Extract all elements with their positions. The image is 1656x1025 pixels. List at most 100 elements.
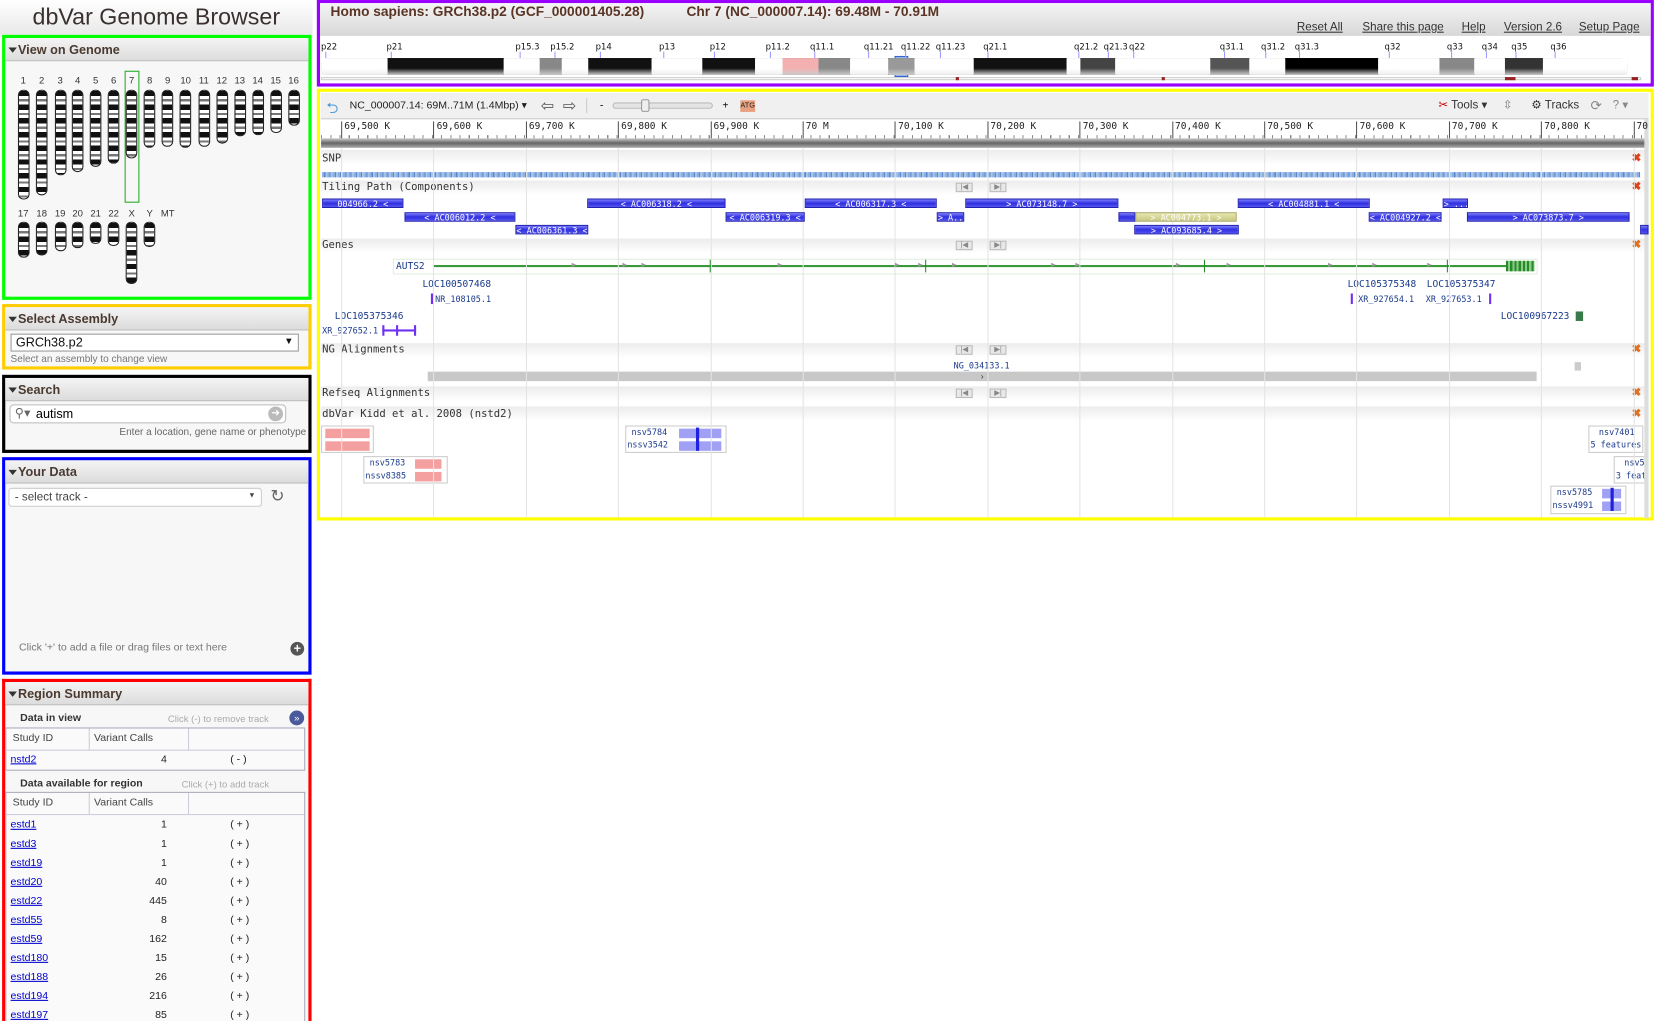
band-label[interactable]: q11.22 <box>901 42 931 52</box>
panel-header[interactable]: Your Data <box>5 460 309 484</box>
band-label[interactable]: p21 <box>387 42 403 52</box>
band-label[interactable]: p11.2 <box>766 42 790 52</box>
tiling-component[interactable]: > ... <box>1442 198 1468 208</box>
chromosome-22[interactable] <box>107 221 120 247</box>
tiling-component[interactable]: < AC006319.3 < <box>725 212 805 222</box>
track-label-genes[interactable]: Genes <box>322 240 354 252</box>
cytoband[interactable] <box>321 58 388 75</box>
study-link[interactable]: estd59 <box>11 933 43 945</box>
band-label[interactable]: q21.1 <box>983 42 1007 52</box>
chromosome-1[interactable] <box>17 89 30 200</box>
gene-label[interactable]: LOC100967223 <box>1501 311 1570 322</box>
chromosome-number[interactable]: MT <box>159 208 176 219</box>
cytoband[interactable] <box>1285 58 1379 75</box>
variant-group[interactable]: nsv5785 nssv4991 <box>1550 485 1627 515</box>
cytoband[interactable] <box>588 58 652 75</box>
chromosome-number[interactable]: 4 <box>69 75 86 86</box>
tiling-component[interactable]: > AC073148.7 > <box>965 198 1119 208</box>
cytoband[interactable] <box>1066 58 1081 75</box>
tiling-component[interactable]: < AC006318.2 < <box>587 198 726 208</box>
next-feature-button[interactable]: ▶| <box>989 388 1007 399</box>
chromosome-number[interactable]: 14 <box>249 75 266 86</box>
tiling-component[interactable]: < AC004881.1 < <box>1237 198 1370 208</box>
add-track-button[interactable]: ( + ) <box>230 876 249 888</box>
gene-label[interactable]: LOC105375348 <box>1348 280 1417 291</box>
column-header[interactable]: Variant Calls <box>94 797 153 809</box>
chromosome-number[interactable]: 16 <box>285 75 302 86</box>
tiling-component[interactable]: < AC004927.2 < <box>1368 212 1442 222</box>
chromosome-X[interactable] <box>125 221 138 285</box>
gene-label[interactable]: AUTS2 <box>396 262 425 273</box>
band-label[interactable]: q35 <box>1511 42 1527 52</box>
pan-right-icon[interactable]: ⇨ <box>563 96 576 115</box>
variant-label[interactable]: nssv3542 <box>627 440 668 450</box>
study-link[interactable]: estd194 <box>11 990 49 1002</box>
chromosome-number[interactable]: 9 <box>159 75 176 86</box>
tiling-component[interactable] <box>1118 212 1136 222</box>
band-label[interactable]: q21.3 <box>1104 42 1128 52</box>
chromosome-number[interactable]: 1 <box>15 75 32 86</box>
band-label[interactable]: p14 <box>596 42 612 52</box>
chromosome-5[interactable] <box>89 89 102 167</box>
chromosome-7[interactable] <box>125 89 138 159</box>
cytoband[interactable] <box>503 58 540 75</box>
chromosome-number[interactable]: Y <box>141 208 158 219</box>
chromosome-Y[interactable] <box>143 221 156 248</box>
chromosome-number[interactable]: 7 <box>123 75 140 86</box>
reset-all-link[interactable]: Reset All <box>1297 21 1343 34</box>
track-select[interactable]: - select track - ▼ <box>8 487 262 507</box>
study-link[interactable]: estd19 <box>11 857 43 869</box>
cytoband[interactable] <box>1249 58 1286 75</box>
cytoband[interactable] <box>387 58 504 75</box>
cytoband[interactable] <box>973 58 1067 75</box>
go-arrow-icon[interactable]: ➜ <box>268 406 284 422</box>
tiling-component[interactable]: > AC004773.1 > <box>1135 212 1237 222</box>
transcript-label[interactable]: XR_927654.1 <box>1358 295 1414 305</box>
cytoband[interactable] <box>539 58 562 75</box>
band-label[interactable]: q31.1 <box>1220 42 1244 52</box>
chromosome-11[interactable] <box>198 89 210 147</box>
tiling-component[interactable] <box>1640 224 1649 235</box>
sequence-icon[interactable]: ATG <box>740 100 756 112</box>
expand-icon[interactable]: » <box>289 710 305 726</box>
location-dropdown[interactable]: NC_000007.14: 69M..71M (1.4Mbp) ▾ <box>350 100 527 112</box>
prev-feature-button[interactable]: |◀ <box>955 182 973 193</box>
panel-header[interactable]: Region Summary <box>5 682 309 706</box>
band-label[interactable]: p12 <box>710 42 726 52</box>
chromosome-9[interactable] <box>161 89 174 147</box>
band-label[interactable]: p13 <box>659 42 675 52</box>
add-track-button[interactable]: ( + ) <box>230 952 249 964</box>
variant-label[interactable]: nsv7401 <box>1599 428 1635 438</box>
pan-left-icon[interactable]: ⇦ <box>541 96 554 115</box>
variant-label[interactable]: nsv5783 <box>370 458 406 468</box>
chromosome-number[interactable]: 13 <box>231 75 248 86</box>
chromosome-14[interactable] <box>251 89 264 136</box>
add-track-button[interactable]: ( + ) <box>230 895 249 907</box>
chromosome-3[interactable] <box>54 89 67 176</box>
search-input[interactable]: ⚲▾ autism ➜ <box>9 404 287 424</box>
cytoband[interactable] <box>1542 58 1628 75</box>
chromosome-16[interactable] <box>287 89 300 126</box>
chromosome-10[interactable] <box>179 89 192 148</box>
chromosome-number[interactable]: 8 <box>141 75 158 86</box>
chromosome-21[interactable] <box>89 221 102 244</box>
add-track-button[interactable]: ( + ) <box>230 914 249 926</box>
zoom-slider[interactable] <box>612 102 713 109</box>
tracks-button[interactable]: ⚙ Tracks <box>1531 98 1579 112</box>
add-track-button[interactable]: ( + ) <box>230 1009 249 1021</box>
study-link[interactable]: estd22 <box>11 895 43 907</box>
track-label-dbvar[interactable]: dbVar Kidd et al. 2008 (nstd2) <box>322 409 513 421</box>
tiling-component[interactable]: < AC006361.3 < <box>515 224 589 235</box>
next-feature-button[interactable]: ▶| <box>989 240 1007 251</box>
variant-group[interactable]: nsv7401 5 features <box>1588 425 1644 453</box>
column-header[interactable]: Study ID <box>13 733 54 745</box>
cytoband[interactable] <box>702 58 756 75</box>
cytoband[interactable] <box>1210 58 1250 75</box>
band-label[interactable]: q22 <box>1129 42 1145 52</box>
variant-group[interactable]: nsv5 3 feat <box>1613 456 1646 484</box>
chromosome-number[interactable]: 15 <box>267 75 284 86</box>
add-track-button[interactable]: ( + ) <box>230 838 249 850</box>
gene-label[interactable]: LOC105375346 <box>335 311 404 322</box>
chromosome-12[interactable] <box>215 89 228 144</box>
band-label[interactable]: q34 <box>1482 42 1498 52</box>
